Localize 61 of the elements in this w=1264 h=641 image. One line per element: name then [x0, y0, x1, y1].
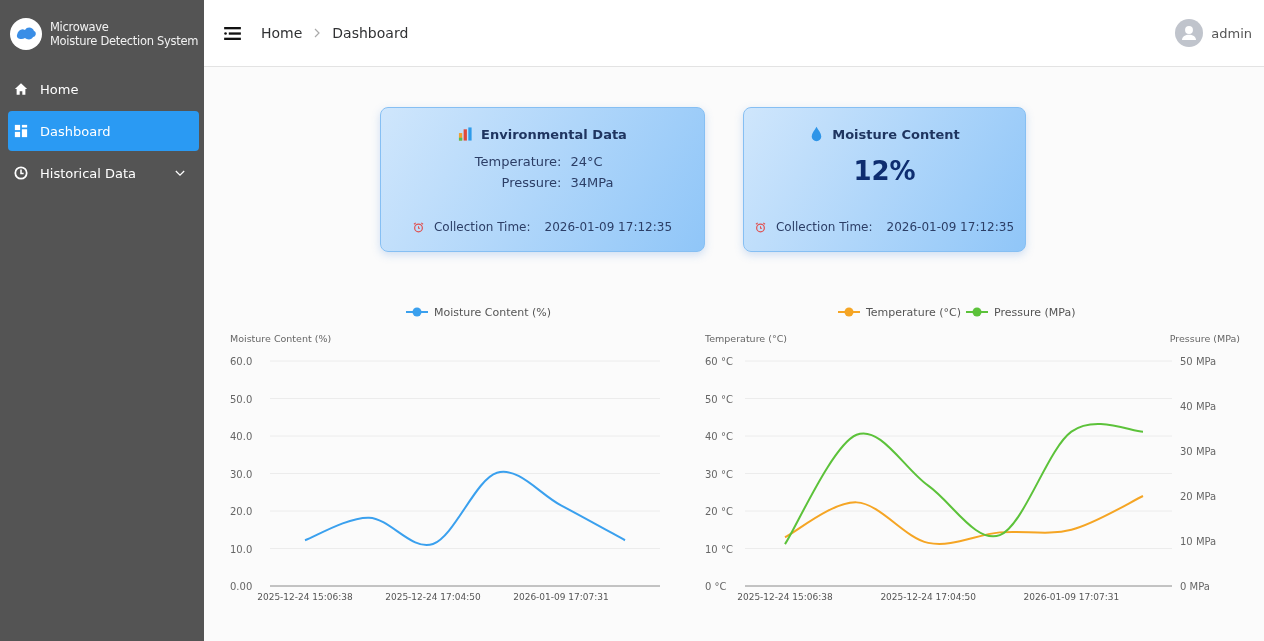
tick-label: 50.0 [230, 393, 253, 405]
tick-label: 2025-12-24 17:04:50 [880, 592, 976, 602]
clock-icon [14, 166, 28, 180]
app-title: Moisture Detection System [50, 33, 199, 48]
tick-label: 0.00 [230, 581, 253, 592]
time-label: Collection Time: [433, 220, 531, 234]
legend-label: Moisture Content (%) [434, 306, 552, 319]
tick-label: 0 MPa [1180, 581, 1210, 592]
moisture-value: 12% [853, 156, 916, 186]
reading-label: Pressure: [500, 175, 562, 190]
axis-title: Pressure (MPa) [1169, 333, 1240, 344]
tick-label: 2025-12-24 15:06:38 [257, 592, 353, 602]
breadcrumb-link[interactable]: Home [261, 25, 303, 41]
tick-label: 40.0 [230, 431, 253, 442]
tick-label: 40 MPa [1180, 401, 1217, 412]
tick-label: 10 °C [705, 543, 733, 555]
legend-item[interactable]: Pressure (MPa) [965, 306, 1076, 319]
legend-item[interactable]: Temperature (°C) [837, 306, 961, 319]
tick-label: 2026-01-09 17:07:31 [1023, 592, 1120, 602]
axis-title: Moisture Content (%) [230, 333, 332, 344]
tick-label: 20 MPa [1180, 491, 1217, 502]
sidebar-item[interactable]: Home [8, 69, 199, 109]
legend-label: Pressure (MPa) [994, 306, 1076, 319]
app-title: Microwave [50, 19, 110, 34]
tick-label: 20.0 [230, 506, 253, 517]
menu-icon[interactable] [224, 26, 241, 40]
bar-chart-icon [458, 126, 474, 142]
time-value: 2026-01-09 17:12:35 [544, 220, 672, 234]
tick-label: 50 MPa [1180, 356, 1217, 367]
tick-label: 60.0 [230, 356, 253, 367]
time-label: Collection Time: [775, 220, 873, 234]
tick-label: 2025-12-24 15:06:38 [737, 592, 833, 602]
user-name[interactable]: admin [1211, 25, 1252, 41]
axis-title: Temperature (°C) [705, 333, 787, 344]
tick-label: 30.0 [230, 468, 253, 480]
tick-label: 50 °C [705, 393, 733, 405]
tick-label: 0 °C [705, 581, 727, 592]
reading-value: 34MPa [570, 175, 614, 190]
alarm-clock-icon [754, 221, 766, 233]
card-title: Moisture Content [832, 126, 960, 142]
legend-label: Temperature (°C) [865, 306, 961, 319]
time-value: 2026-01-09 17:12:35 [886, 220, 1014, 234]
logo-icon [10, 17, 42, 50]
tick-label: 10 MPa [1180, 536, 1217, 547]
tick-label: 60 °C [705, 356, 733, 367]
tick-label: 2026-01-09 17:07:31 [513, 592, 609, 602]
alarm-clock-icon [412, 221, 424, 233]
tick-label: 30 °C [705, 468, 733, 480]
tick-label: 40 °C [705, 431, 733, 442]
breadcrumb-separator-icon [314, 28, 321, 38]
tick-label: 20 °C [705, 506, 733, 517]
sidebar-item[interactable]: Historical Data [8, 153, 199, 193]
tick-label: 2025-12-24 17:04:50 [385, 592, 481, 602]
card-title: Environmental Data [481, 126, 627, 142]
reading-value: 24°C [570, 154, 603, 169]
tick-label: 10.0 [230, 543, 253, 555]
legend-item[interactable]: Moisture Content (%) [405, 306, 552, 319]
reading-label: Temperature: [473, 154, 562, 169]
dashboard-icon [14, 124, 28, 138]
home-icon [14, 82, 28, 96]
tick-label: 30 MPa [1180, 446, 1217, 457]
